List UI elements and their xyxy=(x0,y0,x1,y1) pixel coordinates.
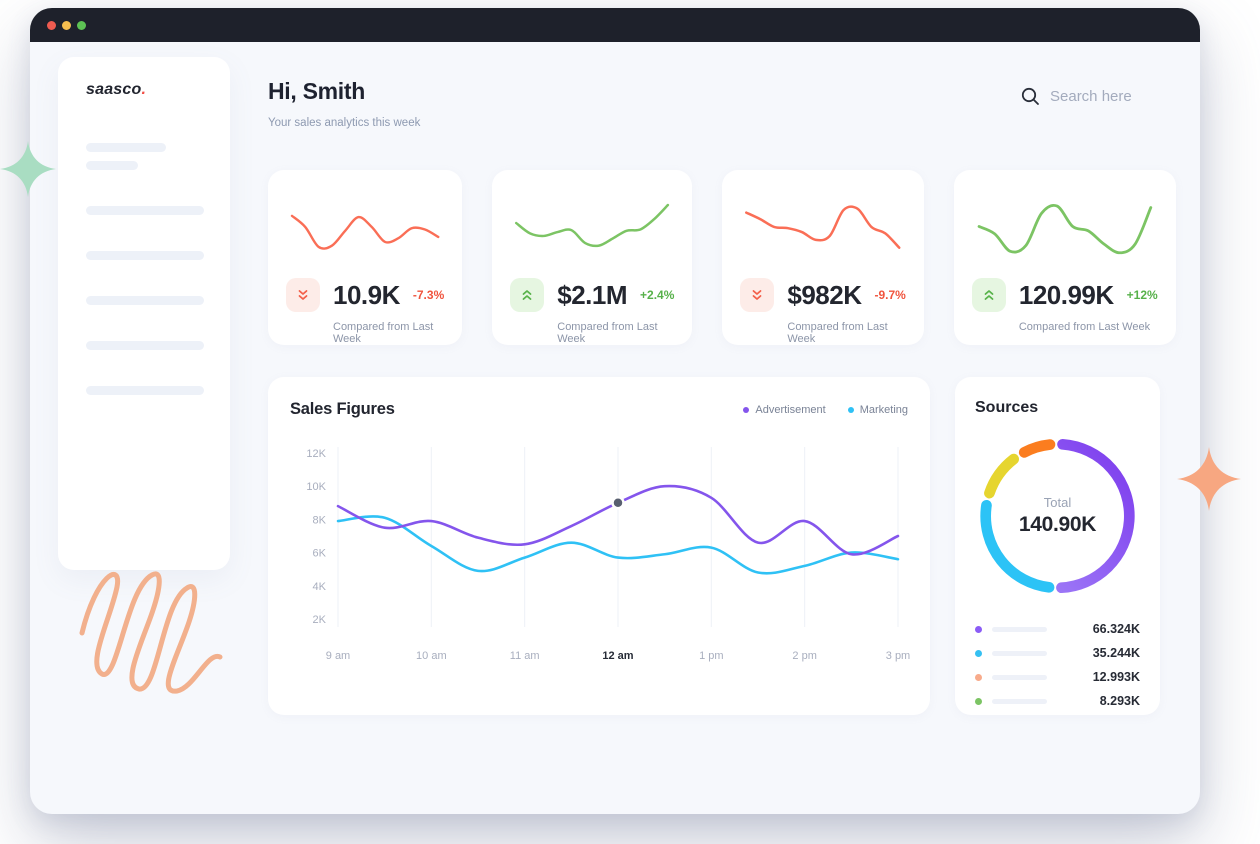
app-content: saasco. Hi, Smith Your sales analytics t… xyxy=(30,42,1200,814)
sidebar-skeleton-item xyxy=(86,161,138,170)
legend-value: 8.293K xyxy=(1100,694,1140,708)
sparkline-chart xyxy=(286,184,444,276)
sidebar: saasco. xyxy=(58,57,230,570)
trend-down-icon xyxy=(286,278,320,312)
sidebar-skeleton-item xyxy=(86,296,204,305)
svg-text:10K: 10K xyxy=(306,481,326,493)
stat-card: 10.9K -7.3% Compared from Last Week xyxy=(268,170,462,345)
legend-dot xyxy=(743,407,749,413)
search-icon[interactable] xyxy=(1021,87,1040,106)
stat-card: 120.99K +12% Compared from Last Week xyxy=(954,170,1176,345)
legend-skeleton-label xyxy=(992,675,1047,680)
sources-legend-row[interactable]: 66.324K xyxy=(975,617,1140,641)
legend-value: 66.324K xyxy=(1093,622,1140,636)
app-logo: saasco. xyxy=(86,81,202,99)
svg-text:11 am: 11 am xyxy=(510,650,540,662)
stat-delta: -9.7% xyxy=(875,288,906,302)
svg-text:1 pm: 1 pm xyxy=(699,650,723,662)
sources-title: Sources xyxy=(975,399,1140,417)
legend-dot xyxy=(975,698,982,705)
svg-text:4K: 4K xyxy=(313,581,327,593)
svg-text:10 am: 10 am xyxy=(416,650,447,662)
stat-card: $982K -9.7% Compared from Last Week xyxy=(722,170,923,345)
search-box[interactable] xyxy=(1021,87,1160,106)
sidebar-skeleton-item xyxy=(86,251,204,260)
legend-value: 35.244K xyxy=(1093,646,1140,660)
trend-down-icon xyxy=(740,278,774,312)
svg-text:3 pm: 3 pm xyxy=(886,650,910,662)
minimize-button[interactable] xyxy=(62,21,71,30)
stat-cards-row: 10.9K -7.3% Compared from Last Week $2.1… xyxy=(268,170,1160,345)
svg-text:12K: 12K xyxy=(306,448,326,460)
stat-value: 120.99K xyxy=(1019,280,1114,311)
chart-legend: Advertisement Marketing xyxy=(743,404,908,416)
donut-total-label: Total xyxy=(1044,495,1071,510)
sources-card: Sources Total 140.90K 66.324K xyxy=(955,377,1160,715)
sales-line-chart: 9 am 10 am 11 am 12 am 1 pm 2 pm 3 pm 12K 10K 8K 6… xyxy=(290,429,930,674)
trend-up-icon xyxy=(972,278,1006,312)
main-area: Hi, Smith Your sales analytics this week xyxy=(268,42,1160,715)
stat-note: Compared from Last Week xyxy=(333,321,444,345)
legend-skeleton-label xyxy=(992,699,1047,704)
stat-note: Compared from Last Week xyxy=(787,321,905,345)
stat-value: $2.1M xyxy=(557,280,627,311)
sales-figures-title: Sales Figures xyxy=(290,400,395,419)
stat-delta: +2.4% xyxy=(640,288,674,302)
donut-total-value: 140.90K xyxy=(1019,513,1096,537)
stat-delta: -7.3% xyxy=(413,288,444,302)
svg-text:8K: 8K xyxy=(313,514,327,526)
sources-legend: 66.324K 35.244K 12.993K xyxy=(975,617,1140,713)
legend-item-advertisement[interactable]: Advertisement xyxy=(743,404,825,416)
legend-dot xyxy=(975,650,982,657)
stat-value: 10.9K xyxy=(333,280,400,311)
legend-dot xyxy=(975,674,982,681)
svg-text:12 am: 12 am xyxy=(602,650,633,662)
legend-item-marketing[interactable]: Marketing xyxy=(848,404,908,416)
legend-dot xyxy=(975,626,982,633)
svg-text:2K: 2K xyxy=(313,614,327,626)
stat-note: Compared from Last Week xyxy=(557,321,674,345)
stat-card: $2.1M +2.4% Compared from Last Week xyxy=(492,170,692,345)
sidebar-skeleton-item xyxy=(86,143,166,152)
svg-text:2 pm: 2 pm xyxy=(792,650,816,662)
sales-figures-card: Sales Figures Advertisement Marketing xyxy=(268,377,930,715)
legend-skeleton-label xyxy=(992,627,1047,632)
svg-text:9 am: 9 am xyxy=(326,650,350,662)
page-subtitle: Your sales analytics this week xyxy=(268,117,420,129)
sparkline-chart xyxy=(510,184,674,276)
stat-delta: +12% xyxy=(1127,288,1158,302)
legend-value: 12.993K xyxy=(1093,670,1140,684)
page-title: Hi, Smith xyxy=(268,78,420,105)
search-input[interactable] xyxy=(1050,88,1160,105)
close-button[interactable] xyxy=(47,21,56,30)
sources-legend-row[interactable]: 12.993K xyxy=(975,665,1140,689)
app-window: saasco. Hi, Smith Your sales analytics t… xyxy=(30,8,1200,814)
sources-legend-row[interactable]: 35.244K xyxy=(975,641,1140,665)
sidebar-skeleton-item xyxy=(86,341,204,350)
sidebar-skeleton-item xyxy=(86,386,204,395)
sidebar-skeleton-item xyxy=(86,206,204,215)
zoom-button[interactable] xyxy=(77,21,86,30)
window-titlebar xyxy=(30,8,1200,42)
legend-skeleton-label xyxy=(992,651,1047,656)
svg-text:6K: 6K xyxy=(313,548,327,560)
sources-legend-row[interactable]: 8.293K xyxy=(975,689,1140,713)
stat-value: $982K xyxy=(787,280,861,311)
trend-up-icon xyxy=(510,278,544,312)
sparkline-chart xyxy=(972,184,1158,276)
sparkline-chart xyxy=(740,184,905,276)
donut-center: Total 140.90K xyxy=(975,431,1140,601)
stat-note: Compared from Last Week xyxy=(1019,321,1158,333)
legend-dot xyxy=(848,407,854,413)
